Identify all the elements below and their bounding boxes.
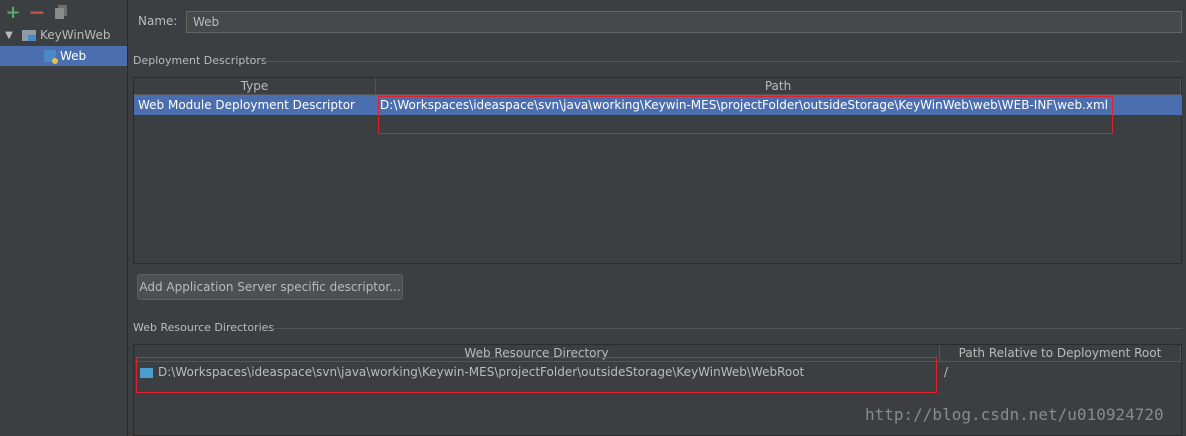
tree-item-keywinweb[interactable]: ▼ KeyWinWeb	[2, 25, 110, 45]
name-label: Name:	[138, 14, 178, 28]
tree-item-web[interactable]: Web	[0, 46, 127, 66]
highlight-box	[378, 96, 1113, 134]
column-header-relative-path[interactable]: Path Relative to Deployment Root	[940, 345, 1181, 362]
add-server-descriptor-button[interactable]: Add Application Server specific descript…	[137, 274, 403, 300]
section-title-web-resource-directories: Web Resource Directories	[133, 321, 275, 334]
descriptor-type-cell: Web Module Deployment Descriptor	[138, 98, 355, 112]
module-folder-icon	[22, 29, 36, 41]
module-tree-panel: + − ▼ KeyWinWeb Web	[0, 0, 128, 436]
expand-arrow-icon[interactable]: ▼	[2, 30, 16, 41]
section-divider	[264, 61, 1182, 62]
watermark: http://blog.csdn.net/u010924720	[865, 405, 1164, 424]
minus-icon[interactable]: −	[28, 2, 46, 22]
tree-item-label: KeyWinWeb	[40, 28, 111, 42]
tree-item-label: Web	[60, 49, 87, 63]
copy-icon[interactable]	[52, 2, 70, 22]
section-title-deployment-descriptors: Deployment Descriptors	[133, 54, 267, 67]
web-facet-icon	[44, 50, 58, 64]
section-divider	[272, 328, 1182, 329]
relative-path-cell: /	[944, 365, 949, 379]
column-header-path[interactable]: Path	[376, 78, 1181, 95]
plus-icon[interactable]: +	[4, 2, 22, 23]
column-header-type[interactable]: Type	[134, 78, 376, 95]
highlight-box	[136, 357, 937, 393]
name-input[interactable]	[186, 11, 1182, 33]
